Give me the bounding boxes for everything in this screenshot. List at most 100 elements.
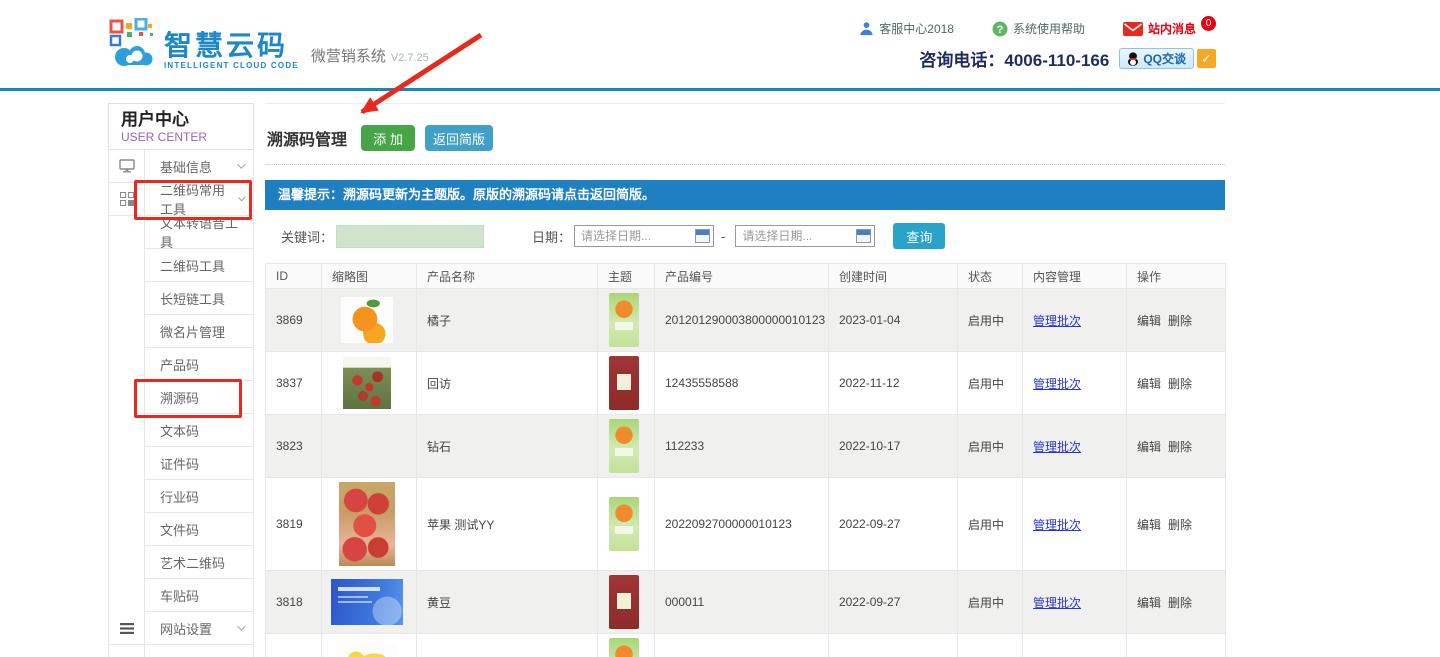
menu-icon xyxy=(109,612,145,645)
sidebar-item-basic-info[interactable]: 基础信息 xyxy=(109,150,253,183)
version-label: V2.7.25 xyxy=(391,52,429,64)
cell-thumbnail xyxy=(322,289,417,352)
cell-id: 3819 xyxy=(266,478,322,571)
edit-link[interactable]: 编辑 xyxy=(1137,377,1161,391)
cell-theme xyxy=(598,415,655,478)
cell-product-code: 2022092700000010123 xyxy=(655,478,829,571)
date-to-input[interactable] xyxy=(735,225,875,247)
notice-bar: 温馨提示：溯源码更新为主题版。原版的溯源码请点击返回简版。 xyxy=(265,180,1225,210)
messages-link[interactable]: 站内消息 0 xyxy=(1123,20,1216,37)
date-from-input[interactable] xyxy=(574,225,714,247)
cell-created: 2022-09-27 xyxy=(829,478,958,571)
keyword-input[interactable] xyxy=(336,225,484,248)
sidebar-item-label xyxy=(145,645,253,657)
message-count-badge: 0 xyxy=(1201,16,1216,31)
envelope-icon xyxy=(1123,22,1143,36)
sidebar-item-cert-code[interactable]: 证件码 xyxy=(109,447,253,480)
col-product-name: 产品名称 xyxy=(417,264,598,289)
cell-created: 2022-10-17 xyxy=(829,415,958,478)
cell-id: 3837 xyxy=(266,352,322,415)
sidebar-item-site-settings[interactable]: 网站设置 xyxy=(109,612,253,645)
date-range-separator: - xyxy=(721,229,725,244)
sidebar-icon-spacer xyxy=(109,579,145,612)
sidebar-item-trace-code[interactable]: 溯源码 xyxy=(109,381,253,414)
table-body: 3869橘子2012012900038000000101232023-01-04… xyxy=(266,289,1226,657)
cell-content-manage: 管理批次 xyxy=(1023,352,1127,415)
sidebar-icon-spacer xyxy=(109,480,145,513)
col-thumbnail: 缩略图 xyxy=(322,264,417,289)
edit-link[interactable]: 编辑 xyxy=(1137,440,1161,454)
cell-actions: 编辑删除 xyxy=(1127,289,1226,352)
manage-batch-link[interactable]: 管理批次 xyxy=(1033,377,1081,391)
theme-poster-green xyxy=(609,497,639,551)
delete-link[interactable]: 删除 xyxy=(1168,440,1192,454)
sidebar-item-industry-code[interactable]: 行业码 xyxy=(109,480,253,513)
delete-link[interactable]: 删除 xyxy=(1168,314,1192,328)
cell-product-name: 香蕉 xyxy=(417,634,598,657)
cell-id: 3746 xyxy=(266,634,322,657)
cell-id: 3869 xyxy=(266,289,322,352)
help-link[interactable]: ? 系统使用帮助 xyxy=(992,20,1085,37)
sidebar-item-qr-tools[interactable]: 二维码常用工具 xyxy=(109,183,253,216)
sidebar-item-car-sticker[interactable]: 车贴码 xyxy=(109,579,253,612)
cell-thumbnail xyxy=(322,415,417,478)
product-thumbnail-bananas xyxy=(337,644,397,657)
user-account-link[interactable]: 客服中心2018 xyxy=(859,20,954,37)
date-label: 日期： xyxy=(532,227,571,246)
calendar-icon[interactable] xyxy=(695,229,710,243)
product-thumbnail-banner xyxy=(331,579,403,625)
sidebar-item-text-code[interactable]: 文本码 xyxy=(109,414,253,447)
query-button[interactable]: 查询 xyxy=(893,223,945,249)
sidebar-item-label: 微名片管理 xyxy=(145,315,253,348)
sidebar-icon-spacer xyxy=(109,414,145,447)
qq-chat-button[interactable]: QQ交谈 xyxy=(1119,48,1194,69)
chevron-down-icon xyxy=(237,160,245,168)
page-title: 溯源码管理 xyxy=(267,126,347,150)
delete-link[interactable]: 删除 xyxy=(1168,518,1192,532)
svg-text:?: ? xyxy=(997,24,1004,36)
manage-batch-link[interactable]: 管理批次 xyxy=(1033,518,1081,532)
brand-subtitle: INTELLIGENT CLOUD CODE xyxy=(164,61,299,70)
cell-content-manage: 管理批次 xyxy=(1023,634,1127,657)
search-bar: 关键词： 日期： - 查询 xyxy=(265,223,1225,249)
cell-product-code: 2012012900038 xyxy=(655,634,829,657)
delete-link[interactable]: 删除 xyxy=(1168,377,1192,391)
sidebar-item-art-qr[interactable]: 艺术二维码 xyxy=(109,546,253,579)
sidebar-icon-spacer xyxy=(109,546,145,579)
cell-thumbnail xyxy=(322,352,417,415)
edit-link[interactable]: 编辑 xyxy=(1137,518,1161,532)
sidebar-icon-spacer xyxy=(109,315,145,348)
sidebar-item-qr-tool[interactable]: 二维码工具 xyxy=(109,249,253,282)
cell-product-code: 201201290003800000010123 xyxy=(655,289,829,352)
edit-link[interactable]: 编辑 xyxy=(1137,596,1161,610)
back-simple-button[interactable]: 返回简版 xyxy=(425,125,493,151)
table-row: 3837回访124355585882022-11-12启用中管理批次编辑删除 xyxy=(266,352,1226,415)
col-id: ID xyxy=(266,264,322,289)
product-thumbnail-orange xyxy=(341,297,393,343)
cell-product-name: 钻石 xyxy=(417,415,598,478)
sidebar-item-label: 艺术二维码 xyxy=(145,546,253,579)
sidebar-item-text-to-speech[interactable]: 文本转语音工具 xyxy=(109,216,253,249)
sidebar-item-label: 二维码工具 xyxy=(145,249,253,282)
delete-link[interactable]: 删除 xyxy=(1168,596,1192,610)
sidebar-item-file-code[interactable]: 文件码 xyxy=(109,513,253,546)
manage-batch-link[interactable]: 管理批次 xyxy=(1033,440,1081,454)
cell-actions: 编辑删除 xyxy=(1127,571,1226,634)
cell-content-manage: 管理批次 xyxy=(1023,571,1127,634)
sidebar-item-product-code[interactable]: 产品码 xyxy=(109,348,253,381)
theme-poster-red xyxy=(609,356,639,410)
cell-content-manage: 管理批次 xyxy=(1023,289,1127,352)
edit-link[interactable]: 编辑 xyxy=(1137,314,1161,328)
cell-actions: 编辑删除 xyxy=(1127,352,1226,415)
manage-batch-link[interactable]: 管理批次 xyxy=(1033,596,1081,610)
cell-status: 启用中 xyxy=(958,571,1023,634)
sidebar-icon-spacer xyxy=(109,282,145,315)
calendar-icon[interactable] xyxy=(856,229,871,243)
manage-batch-link[interactable]: 管理批次 xyxy=(1033,314,1081,328)
sidebar-item-label: 文本转语音工具 xyxy=(145,216,253,249)
cell-theme xyxy=(598,634,655,657)
cell-thumbnail xyxy=(322,478,417,571)
add-button[interactable]: 添 加 xyxy=(361,125,415,151)
sidebar-item-micro-card[interactable]: 微名片管理 xyxy=(109,315,253,348)
sidebar-item-short-link[interactable]: 长短链工具 xyxy=(109,282,253,315)
